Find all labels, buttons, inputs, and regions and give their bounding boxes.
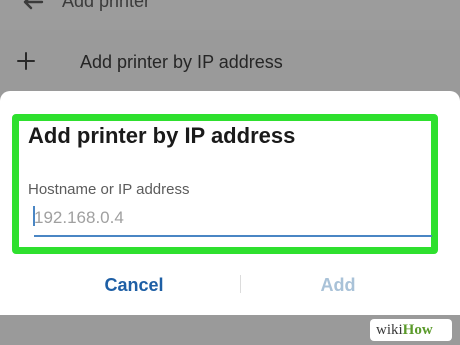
plus-icon (16, 51, 36, 71)
button-divider (240, 275, 241, 293)
field-label: Hostname or IP address (28, 181, 190, 198)
page-title: Add printer (62, 0, 151, 11)
text-cursor (33, 206, 35, 226)
dialog-title: Add printer by IP address (28, 123, 296, 148)
wikihow-watermark: wikiHow (370, 319, 452, 341)
arrow-left-icon[interactable] (22, 0, 44, 10)
watermark-suffix: How (402, 322, 433, 338)
hostname-input[interactable] (34, 201, 432, 237)
add-printer-by-ip-row[interactable]: Add printer by IP address (0, 30, 460, 96)
app-bar: Add printer (0, 0, 460, 30)
cancel-button[interactable]: Cancel (96, 270, 172, 300)
row-label: Add printer by IP address (80, 52, 283, 72)
add-button[interactable]: Add (310, 270, 366, 300)
watermark-prefix: wiki (376, 322, 403, 338)
